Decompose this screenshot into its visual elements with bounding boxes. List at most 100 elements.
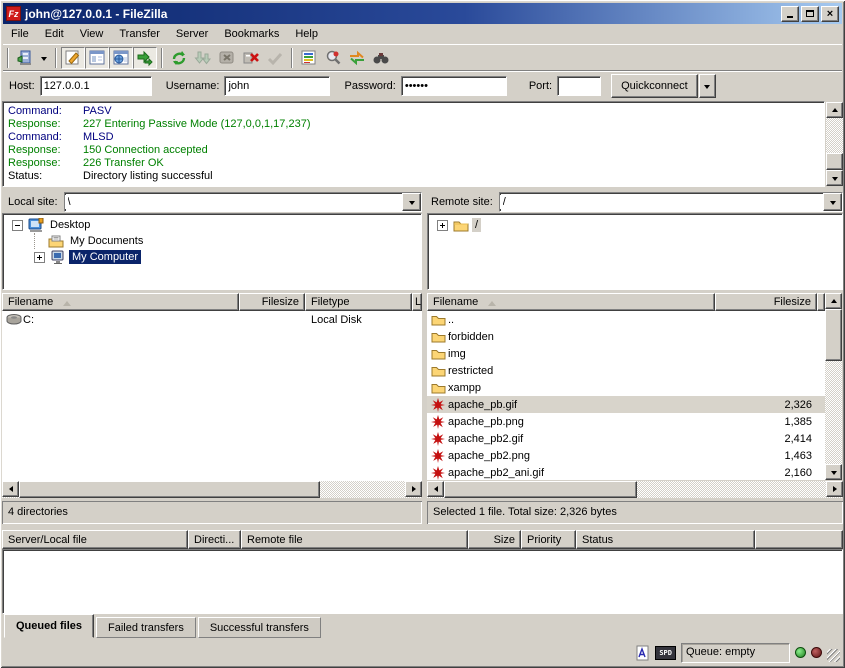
remote-file-row[interactable]: apache_pb2_ani.gif 2,160 [427, 464, 825, 480]
quickconnect-dropdown[interactable] [699, 74, 716, 98]
menu-edit[interactable]: Edit [37, 26, 72, 42]
filezilla-logo-icon: Fz [6, 6, 21, 21]
scroll-thumb[interactable] [19, 481, 320, 498]
tree-item-desktop[interactable]: Desktop [3, 217, 421, 233]
scroll-right-button[interactable] [826, 481, 843, 497]
expand-icon[interactable] [34, 252, 45, 263]
remote-site-input[interactable] [500, 195, 823, 209]
scroll-down-button[interactable] [826, 170, 843, 186]
menu-transfer[interactable]: Transfer [111, 26, 168, 42]
filter-button[interactable] [297, 47, 321, 69]
remote-list-header: Filename Filesize [427, 293, 825, 311]
remote-file-list: .. forbidden img restricted xampp apache… [427, 311, 825, 480]
menu-file[interactable]: File [3, 26, 37, 42]
password-input[interactable] [401, 76, 507, 96]
scroll-thumb[interactable] [826, 153, 843, 170]
disconnect-icon [242, 49, 260, 67]
disconnect-button[interactable] [239, 47, 263, 69]
scroll-right-button[interactable] [405, 481, 422, 497]
remote-file-row[interactable]: forbidden [427, 328, 825, 345]
host-input[interactable] [40, 76, 152, 96]
column-size[interactable]: Size [468, 530, 521, 549]
reconnect-button[interactable] [263, 47, 287, 69]
scroll-thumb[interactable] [825, 309, 842, 361]
remote-list-scrollbar [825, 293, 842, 480]
column-last-modified[interactable]: L [412, 293, 422, 311]
toggle-remote-tree-button[interactable] [109, 47, 133, 69]
column-filename[interactable]: Filename [2, 293, 239, 311]
site-manager-button[interactable] [13, 47, 37, 69]
toggle-queue-button[interactable] [133, 47, 157, 69]
maximize-button[interactable] [801, 6, 819, 22]
toggle-local-tree-button[interactable] [85, 47, 109, 69]
local-site-combo [64, 192, 422, 212]
toggle-message-log-button[interactable] [61, 47, 85, 69]
menu-help[interactable]: Help [287, 26, 326, 42]
minimize-button[interactable] [781, 6, 799, 22]
local-tree-icon [88, 49, 106, 67]
remote-file-row[interactable]: apache_pb.png 1,385 [427, 413, 825, 430]
tree-item-my-computer[interactable]: My Computer [3, 249, 421, 265]
tab-failed-transfers[interactable]: Failed transfers [96, 617, 196, 638]
scroll-thumb[interactable] [444, 481, 637, 498]
remote-status-text: Selected 1 file. Total size: 2,326 bytes [427, 501, 843, 524]
compare-button[interactable] [321, 47, 345, 69]
file-name: forbidden [448, 331, 494, 343]
close-button[interactable]: × [821, 6, 839, 22]
column-spacer [817, 293, 825, 311]
column-filename[interactable]: Filename [427, 293, 715, 311]
column-status[interactable]: Status [576, 530, 755, 549]
collapse-icon[interactable] [12, 220, 23, 231]
scroll-down-button[interactable] [825, 464, 842, 480]
remote-list-hscrollbar [427, 481, 843, 498]
resize-grip[interactable] [827, 649, 840, 662]
expand-icon[interactable] [437, 220, 448, 231]
remote-site-dropdown[interactable] [823, 193, 842, 211]
username-input[interactable] [224, 76, 330, 96]
scroll-left-button[interactable] [427, 481, 444, 497]
queue-body [2, 549, 843, 614]
refresh-button[interactable] [167, 47, 191, 69]
quickconnect-button[interactable]: Quickconnect [611, 74, 698, 98]
tree-item-my-documents[interactable]: My Documents [3, 233, 421, 249]
menu-bookmarks[interactable]: Bookmarks [216, 26, 287, 42]
file-name: img [448, 348, 466, 360]
local-file-row[interactable]: C: Local Disk [2, 311, 422, 328]
local-site-dropdown[interactable] [402, 193, 421, 211]
file-size: 2,160 [784, 467, 825, 479]
column-remote-file[interactable]: Remote file [241, 530, 468, 549]
site-manager-dropdown[interactable] [37, 47, 51, 69]
remote-file-row[interactable]: xampp [427, 379, 825, 396]
scroll-up-button[interactable] [825, 293, 842, 309]
scroll-left-button[interactable] [2, 481, 19, 497]
remote-file-row[interactable]: apache_pb2.gif 2,414 [427, 430, 825, 447]
remote-file-row[interactable]: .. [427, 311, 825, 328]
cancel-button[interactable] [215, 47, 239, 69]
column-filetype[interactable]: Filetype [305, 293, 412, 311]
remote-file-row[interactable]: apache_pb2.png 1,463 [427, 447, 825, 464]
menu-server[interactable]: Server [168, 26, 216, 42]
remote-file-row[interactable]: img [427, 345, 825, 362]
column-filesize[interactable]: Filesize [239, 293, 305, 311]
column-direction[interactable]: Directi... [188, 530, 241, 549]
port-input[interactable] [557, 76, 601, 96]
scroll-up-button[interactable] [826, 102, 843, 118]
column-filesize[interactable]: Filesize [715, 293, 817, 311]
process-queue-button[interactable] [191, 47, 215, 69]
triangle-up-icon [831, 296, 837, 303]
remote-file-row[interactable]: restricted [427, 362, 825, 379]
column-priority[interactable]: Priority [521, 530, 576, 549]
port-label: Port: [529, 80, 552, 92]
file-size: 2,414 [784, 433, 825, 445]
tab-successful-transfers[interactable]: Successful transfers [198, 617, 321, 638]
reconnect-icon [266, 49, 284, 67]
local-status-text: 4 directories [2, 501, 422, 524]
find-button[interactable] [369, 47, 393, 69]
remote-file-row-selected[interactable]: apache_pb.gif 2,326 [427, 396, 825, 413]
tab-queued-files[interactable]: Queued files [4, 614, 94, 638]
local-site-input[interactable] [65, 195, 402, 209]
sync-browsing-button[interactable] [345, 47, 369, 69]
column-server-local-file[interactable]: Server/Local file [2, 530, 188, 549]
tree-item-root[interactable]: / [428, 217, 842, 233]
menu-view[interactable]: View [72, 26, 112, 42]
